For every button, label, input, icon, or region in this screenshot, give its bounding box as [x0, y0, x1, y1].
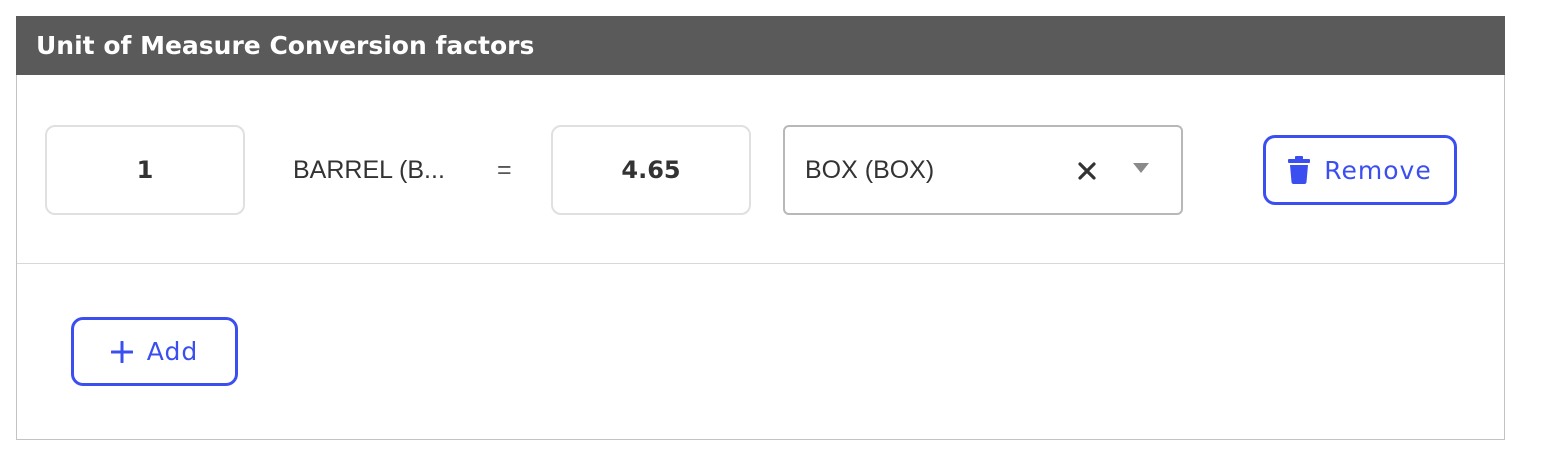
panel-header: Unit of Measure Conversion factors: [16, 16, 1505, 75]
panel-title: Unit of Measure Conversion factors: [36, 31, 535, 60]
from-unit-label: BARREL (B...: [293, 156, 445, 184]
equals-sign: =: [497, 156, 512, 184]
conversion-row: 1 BARREL (B... = 4.65 BOX (BOX) Remove: [17, 75, 1504, 264]
add-button[interactable]: Add: [71, 317, 238, 386]
plus-icon: [110, 340, 133, 363]
to-unit-select[interactable]: BOX (BOX): [783, 125, 1183, 215]
from-quantity-input[interactable]: 1: [45, 125, 245, 215]
close-icon[interactable]: [1075, 155, 1099, 185]
add-button-label: Add: [146, 337, 199, 366]
chevron-down-icon[interactable]: [1133, 163, 1149, 173]
trash-icon: [1288, 156, 1311, 184]
remove-button[interactable]: Remove: [1263, 135, 1457, 205]
uom-conversion-panel: Unit of Measure Conversion factors 1 BAR…: [16, 16, 1505, 440]
remove-button-label: Remove: [1324, 155, 1432, 185]
to-quantity-input[interactable]: 4.65: [551, 125, 751, 215]
to-unit-selected-value: BOX (BOX): [805, 156, 935, 184]
